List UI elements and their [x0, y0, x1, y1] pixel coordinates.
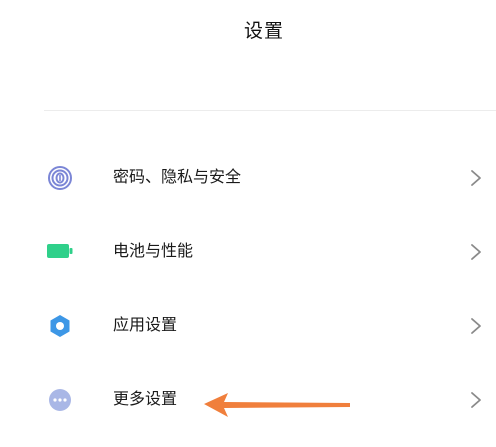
- settings-item-label: 更多设置: [113, 389, 178, 408]
- settings-item-label: 电池与性能: [113, 241, 194, 260]
- fingerprint-icon: [48, 166, 72, 190]
- settings-item-label: 应用设置: [113, 315, 178, 334]
- chevron-right-icon: [471, 170, 481, 186]
- gear-icon: [50, 315, 70, 337]
- settings-item-apps[interactable]: 应用设置: [0, 288, 496, 362]
- settings-item-label: 密码、隐私与安全: [113, 167, 242, 186]
- page-title: 设置: [243, 20, 284, 42]
- chevron-right-icon: [471, 244, 481, 260]
- annotation-arrow-icon: [204, 393, 350, 417]
- header: 设置: [0, 0, 496, 60]
- battery-icon: [47, 244, 73, 258]
- chevron-right-icon: [471, 318, 481, 334]
- more-icon: [49, 389, 71, 411]
- chevron-right-icon: [471, 392, 481, 408]
- settings-item-battery[interactable]: 电池与性能: [0, 214, 496, 288]
- divider: [44, 110, 496, 111]
- settings-item-security[interactable]: 密码、隐私与安全: [0, 140, 496, 214]
